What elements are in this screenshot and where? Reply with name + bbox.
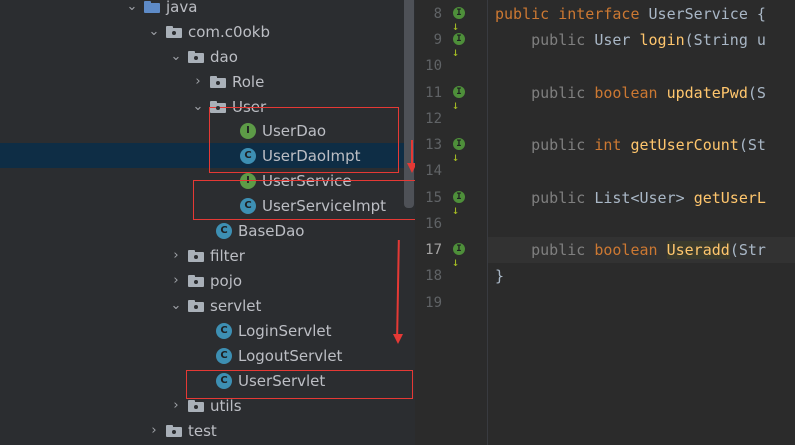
tree-item-logoutservlet[interactable]: C LogoutServlet [0,343,415,368]
code-line-15: public List<User> getUserL [531,189,766,207]
class-icon: C [216,347,232,364]
annotation-box-user-dao [209,107,399,173]
implemented-down-icon[interactable]: I↓ [452,33,471,58]
chevron-down-icon[interactable]: ⌄ [190,99,206,114]
tree-item-dao[interactable]: ⌄ dao [0,44,415,69]
package-icon [188,249,204,262]
implemented-down-icon[interactable]: I↓ [452,191,471,216]
annotation-arrow-head [393,334,403,344]
chevron-down-icon[interactable]: ⌄ [146,24,162,39]
line-number: 9 [433,32,442,48]
line-number-current: 17 [425,242,442,258]
line-number: 14 [425,163,442,179]
tree-item-java[interactable]: ⌄ java [0,0,415,19]
tree-item-loginservlet[interactable]: C LoginServlet [0,318,415,343]
code-line-13: public int getUserCount(St [531,136,766,154]
tree-item-test[interactable]: › test [0,418,415,443]
line-number: 10 [425,58,442,74]
package-icon [166,424,182,437]
chevron-right-icon[interactable]: › [168,273,184,288]
package-icon [188,399,204,412]
class-icon: C [216,322,232,339]
package-icon [188,274,204,287]
package-icon [166,25,182,38]
code-line-18: } [495,267,505,285]
chevron-right-icon[interactable]: › [146,423,162,438]
class-icon: C [216,222,232,239]
implemented-down-icon[interactable]: I↓ [452,243,471,268]
implemented-down-icon[interactable]: I↓ [452,138,471,163]
tree-item-role[interactable]: › Role [0,69,415,94]
code-line-9: public User login(String u [531,31,766,49]
tree-item-filter[interactable]: › filter [0,243,415,268]
code-line-17: public boolean Useradd(Str [531,241,766,259]
line-number: 11 [425,85,442,101]
chevron-down-icon[interactable]: ⌄ [124,0,140,14]
code-line-8: public interface UserService { [495,5,766,23]
tree-item-basedao[interactable]: C BaseDao [0,218,415,243]
source-folder-icon [144,0,160,13]
tree-item-pojo[interactable]: › pojo [0,268,415,293]
editor-gutter: 8 9 10 11 12 13 14 15 16 17 18 19 I↓ I↓ … [415,0,488,445]
chevron-down-icon[interactable]: ⌄ [168,49,184,64]
chevron-right-icon[interactable]: › [168,398,184,413]
tree-item-servlet[interactable]: ⌄ servlet [0,293,415,318]
chevron-right-icon[interactable]: › [190,74,206,89]
line-number: 13 [425,137,442,153]
package-icon [188,50,204,63]
chevron-down-icon[interactable]: ⌄ [168,298,184,313]
chevron-right-icon[interactable]: › [168,248,184,263]
line-number: 12 [425,111,442,127]
tree-item-com-c0okb[interactable]: ⌄ com.c0okb [0,19,415,44]
line-number: 8 [433,6,442,22]
annotation-box-user-servlet [186,370,413,399]
line-number: 15 [425,190,442,206]
line-number: 16 [425,216,442,232]
package-icon [210,75,226,88]
project-tree: ⌄ java ⌄ com.c0okb ⌄ dao › Role ⌄ User I… [0,0,415,445]
line-number: 18 [425,268,442,284]
annotation-box-user-service [193,180,415,220]
line-number: 19 [425,295,442,311]
package-icon [188,299,204,312]
code-line-11: public boolean updatePwd(S [531,84,766,102]
implemented-down-icon[interactable]: I↓ [452,86,471,111]
implemented-down-icon[interactable]: I↓ [452,7,471,32]
code-editor[interactable]: public interface UserService { public Us… [488,0,795,445]
